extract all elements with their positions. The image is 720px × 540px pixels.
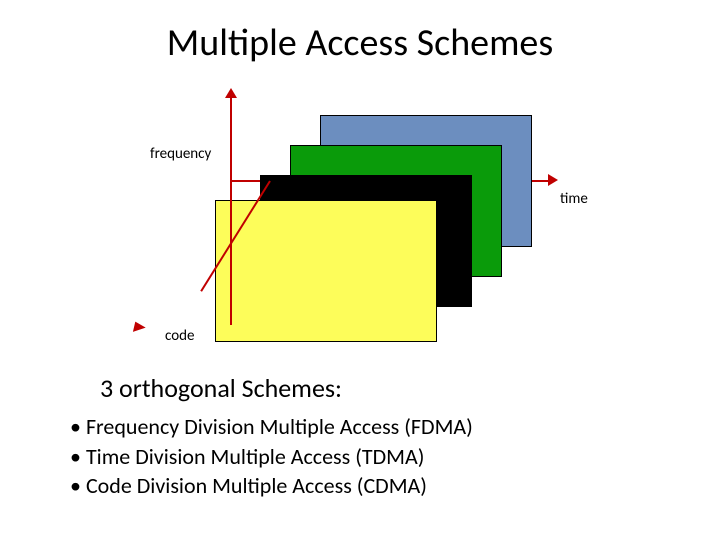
plane-yellow xyxy=(215,200,437,342)
bullet-fdma: Frequency Division Multiple Access (FDMA… xyxy=(70,412,473,442)
axis-frequency-label: frequency xyxy=(150,145,211,163)
bullet-tdma: Time Division Multiple Access (TDMA) xyxy=(70,442,473,472)
slide-title: Multiple Access Schemes xyxy=(0,20,720,66)
slide: Multiple Access Schemes frequency time c… xyxy=(0,0,720,540)
bullet-cdma: Code Division Multiple Access (CDMA) xyxy=(70,471,473,501)
axis-frequency-line xyxy=(230,95,232,325)
axis-code-label: code xyxy=(165,327,194,345)
axis-time-label: time xyxy=(560,190,588,208)
subheading: 3 orthogonal Schemes: xyxy=(100,372,342,404)
bullet-list: Frequency Division Multiple Access (FDMA… xyxy=(70,412,473,501)
axis-code-arrow-icon xyxy=(130,322,145,337)
axes-diagram: frequency time code xyxy=(110,90,610,350)
axis-frequency-arrow-icon xyxy=(225,88,237,98)
axis-time-arrow-icon xyxy=(548,174,558,186)
